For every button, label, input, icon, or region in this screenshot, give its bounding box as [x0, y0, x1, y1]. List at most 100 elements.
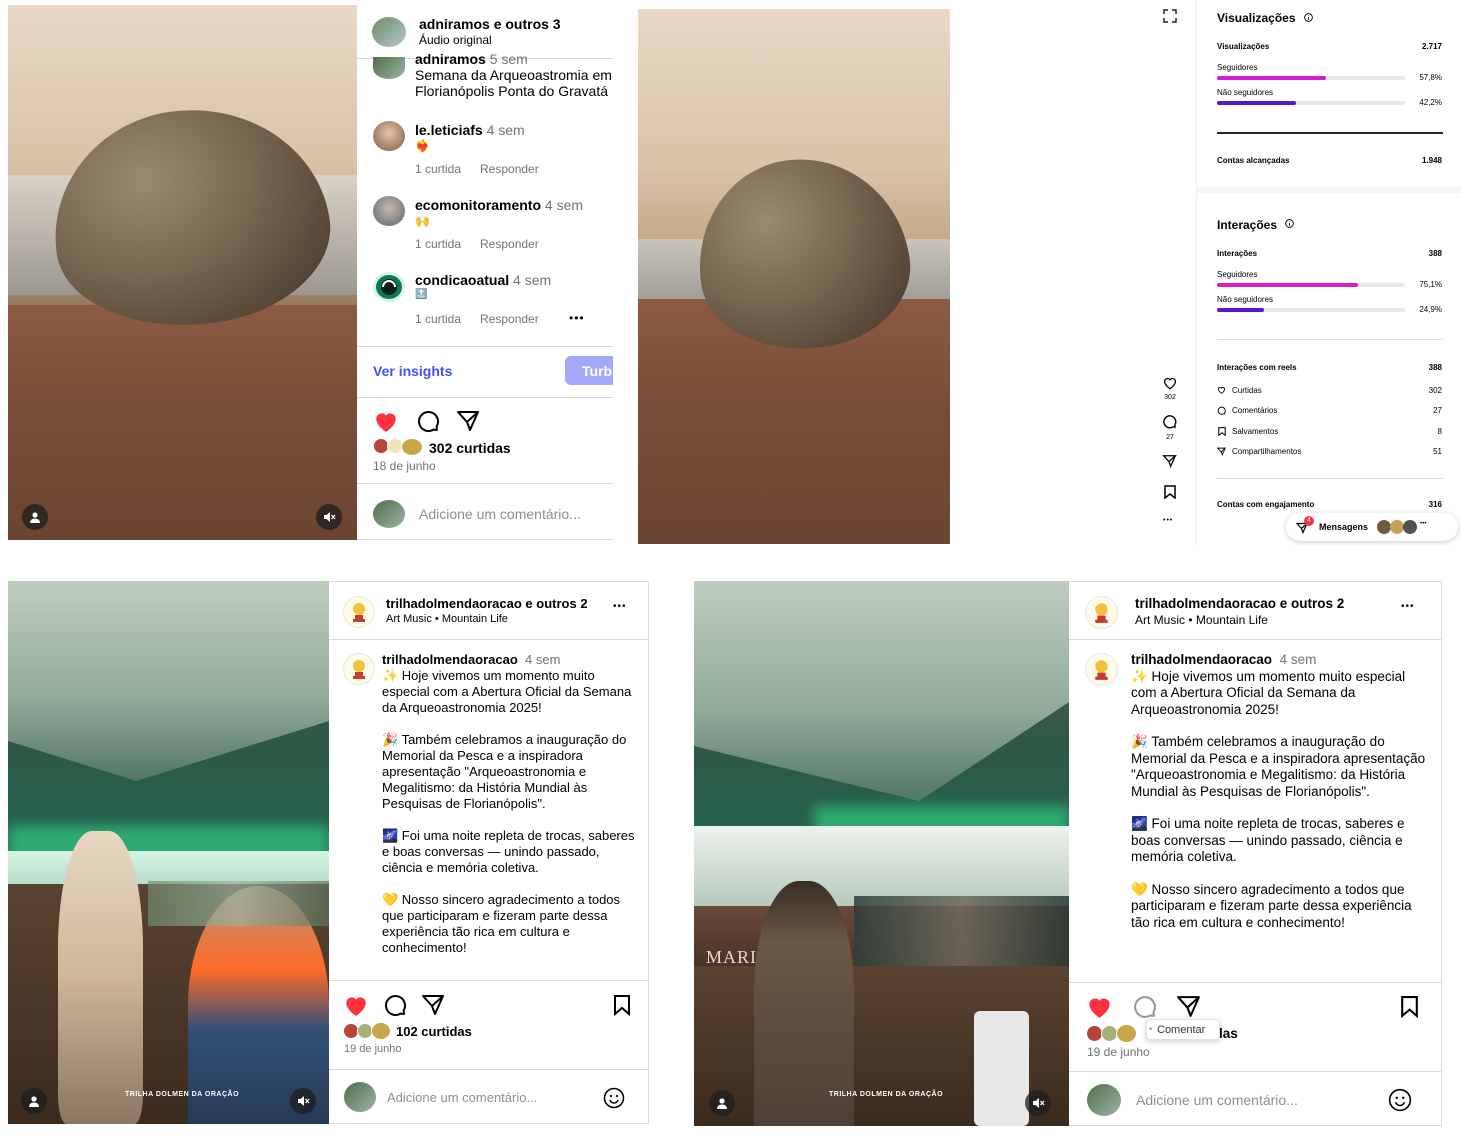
user-tag-button[interactable] [22, 504, 48, 530]
view-insights-link[interactable]: Ver insights [373, 363, 452, 379]
boost-button[interactable]: Turb [565, 356, 613, 385]
emoji-icon[interactable] [1388, 1088, 1412, 1112]
music-artist: Art Music [386, 613, 432, 625]
liker-avatar [1116, 1024, 1137, 1043]
post-date[interactable]: 18 de junho [373, 459, 436, 473]
likes-count[interactable]: las [1219, 1026, 1238, 1041]
user-tag-button[interactable] [709, 1090, 735, 1116]
comment-more-button[interactable]: ••• [569, 311, 585, 325]
post-photo-event[interactable]: TRILHA DOLMEN DA ORAÇÃO [8, 581, 329, 1124]
share-icon[interactable] [421, 993, 445, 1017]
reel-photo-boulder[interactable] [638, 9, 950, 544]
views-followers-bar [1217, 76, 1405, 80]
avatar[interactable] [372, 17, 406, 47]
avatar [1403, 520, 1417, 534]
interactions-followers-bar [1217, 283, 1405, 287]
post-author-name[interactable]: trilhadolmendaoracao e outros 2 [386, 596, 588, 611]
music-title: Mountain Life [1195, 613, 1268, 627]
comment-icon[interactable] [1132, 994, 1157, 1019]
avatar[interactable] [1085, 653, 1118, 686]
comment-icon[interactable] [1162, 414, 1177, 429]
header-divider [329, 639, 648, 640]
insights-panel: Visualizações Visualizações 2.717 Seguid… [1196, 0, 1461, 545]
comment-likes[interactable]: 1 curtida [415, 237, 461, 251]
caption-author[interactable]: trilhadolmendaoracao [1131, 652, 1272, 667]
heart-outline-icon[interactable] [1162, 376, 1178, 390]
saves-row-value: 8 [1437, 427, 1442, 436]
interactions-nonfollowers-bar-fill [1217, 308, 1264, 312]
share-icon[interactable] [1176, 994, 1201, 1019]
post-date[interactable]: 19 de junho [1087, 1045, 1150, 1059]
fullscreen-icon[interactable] [1163, 9, 1177, 23]
reply-button[interactable]: Responder [480, 312, 539, 326]
more-options-button[interactable]: ••• [613, 601, 627, 612]
reply-button[interactable]: Responder [480, 237, 539, 251]
comment-user[interactable]: adniramos [415, 51, 486, 67]
brand-logo-icon [1095, 660, 1108, 680]
emoji-icon[interactable] [603, 1087, 625, 1109]
heart-icon[interactable] [343, 993, 369, 1017]
avatar [1087, 1084, 1121, 1116]
avatar[interactable] [1085, 596, 1118, 629]
muted-speaker-icon [324, 512, 336, 522]
audio-label[interactable]: Áudio original [419, 33, 492, 47]
avatar[interactable] [373, 196, 405, 226]
comment-likes[interactable]: 1 curtida [415, 162, 461, 176]
messages-more: ••• [1420, 521, 1427, 527]
info-icon[interactable] [1285, 219, 1294, 228]
comment-user[interactable]: ecomonitoramento [415, 197, 541, 213]
caption-time: 4 sem [525, 652, 561, 667]
comment-input[interactable]: Adicione um comentário... [419, 506, 581, 522]
heart-icon[interactable] [1086, 994, 1113, 1019]
mute-button[interactable] [290, 1088, 316, 1114]
reel-more-button[interactable]: ••• [1163, 517, 1173, 524]
post-date[interactable]: 19 de junho [344, 1043, 402, 1055]
likes-row-label: Curtidas [1232, 386, 1262, 395]
more-options-button[interactable]: ••• [1401, 601, 1415, 612]
avatar[interactable] [373, 272, 405, 302]
avatar[interactable] [343, 653, 375, 685]
post-author-name[interactable]: trilhadolmendaoracao e outros 2 [1135, 596, 1344, 611]
messages-pill[interactable]: 4 Mensagens ••• [1286, 513, 1458, 541]
comment-user[interactable]: condicaoatual [415, 272, 509, 288]
bookmark-icon[interactable] [1164, 485, 1176, 499]
comment-icon [1217, 406, 1226, 415]
likes-count[interactable]: 302 curtidas [429, 440, 511, 456]
user-tag-button[interactable] [21, 1088, 47, 1114]
post-author-name[interactable]: adniramos e outros 3 [419, 16, 561, 32]
reel-interactions-value: 388 [1428, 363, 1442, 372]
avatar [344, 1082, 376, 1112]
comment: condicaoatual 4 sem [415, 272, 551, 288]
avatar[interactable] [343, 596, 375, 628]
comment-icon[interactable] [416, 409, 440, 433]
post-photo-event[interactable]: MARIS TRILHA DOLMEN DA ORAÇÃO [694, 581, 1069, 1126]
info-icon[interactable] [1304, 13, 1313, 22]
caption-author[interactable]: trilhadolmendaoracao [382, 652, 518, 667]
heart-icon[interactable] [373, 409, 399, 433]
liker-avatar [371, 1022, 391, 1040]
shares-row-value: 51 [1433, 447, 1442, 456]
audio-label[interactable]: Art Music • Mountain Life [386, 613, 508, 625]
caption-paragraph: 🎉 Também celebramos a inauguração do Mem… [1131, 734, 1426, 799]
bookmark-icon[interactable] [613, 994, 631, 1016]
likes-count[interactable]: 102 curtidas [396, 1024, 472, 1039]
share-icon[interactable] [456, 409, 480, 433]
mute-button[interactable] [1025, 1090, 1051, 1116]
comment-user[interactable]: le.leticiafs [415, 122, 483, 138]
audio-label[interactable]: Art Music • Mountain Life [1135, 613, 1268, 627]
comment-likes[interactable]: 1 curtida [415, 312, 461, 326]
avatar[interactable] [373, 121, 405, 151]
comment-icon[interactable] [383, 993, 407, 1017]
share-icon[interactable] [1162, 454, 1177, 468]
post-photo-boulder[interactable] [8, 5, 357, 540]
reel-interactions-label: Interações com reels [1217, 363, 1297, 372]
comment-emoji: 🙌 [415, 214, 430, 228]
composer-divider [1069, 1071, 1441, 1072]
avatar[interactable] [373, 57, 405, 79]
reply-button[interactable]: Responder [480, 162, 539, 176]
mute-button[interactable] [316, 504, 342, 530]
bookmark-icon[interactable] [1400, 995, 1419, 1018]
comment-input[interactable]: Adicione um comentário... [387, 1090, 537, 1105]
comment-input[interactable]: Adicione um comentário... [1136, 1092, 1298, 1108]
interactions-value: 388 [1428, 249, 1442, 258]
